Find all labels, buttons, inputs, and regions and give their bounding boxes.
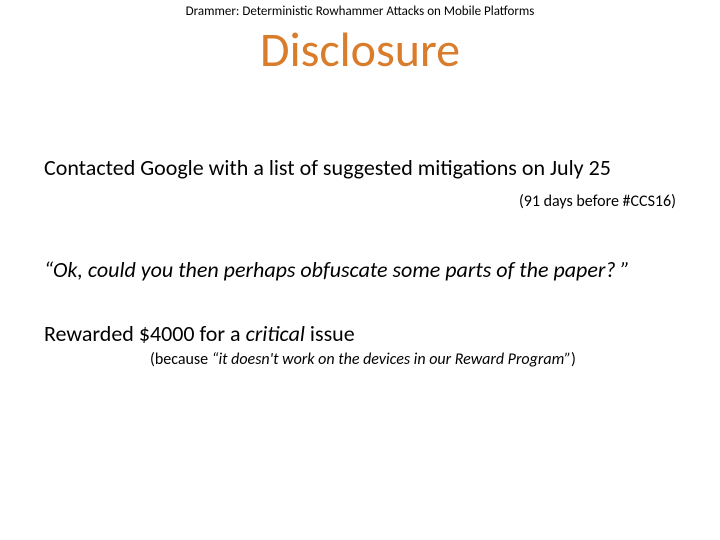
slide: Drammer: Deterministic Rowhammer Attacks… — [0, 0, 720, 540]
note2-inner: “it doesn't work on the devices in our R… — [212, 350, 571, 369]
slide-header: Drammer: Deterministic Rowhammer Attacks… — [0, 4, 720, 19]
body-line-2: Rewarded $4000 for a critical issue — [44, 320, 355, 347]
line2-pre: Rewarded $4000 for a — [44, 320, 246, 347]
line2-critical: critical — [246, 320, 305, 347]
body-note-2: (because “it doesn't work on the devices… — [150, 350, 576, 369]
note2-post: ) — [571, 350, 576, 369]
line2-post: issue — [305, 320, 355, 347]
body-quote: “Ok, could you then perhaps obfuscate so… — [44, 256, 630, 283]
body-line-1: Contacted Google with a list of suggeste… — [44, 154, 611, 181]
slide-title: Disclosure — [0, 20, 720, 79]
body-note-1: (91 days before #CCS16) — [519, 192, 676, 211]
note2-pre: (because — [150, 350, 212, 369]
